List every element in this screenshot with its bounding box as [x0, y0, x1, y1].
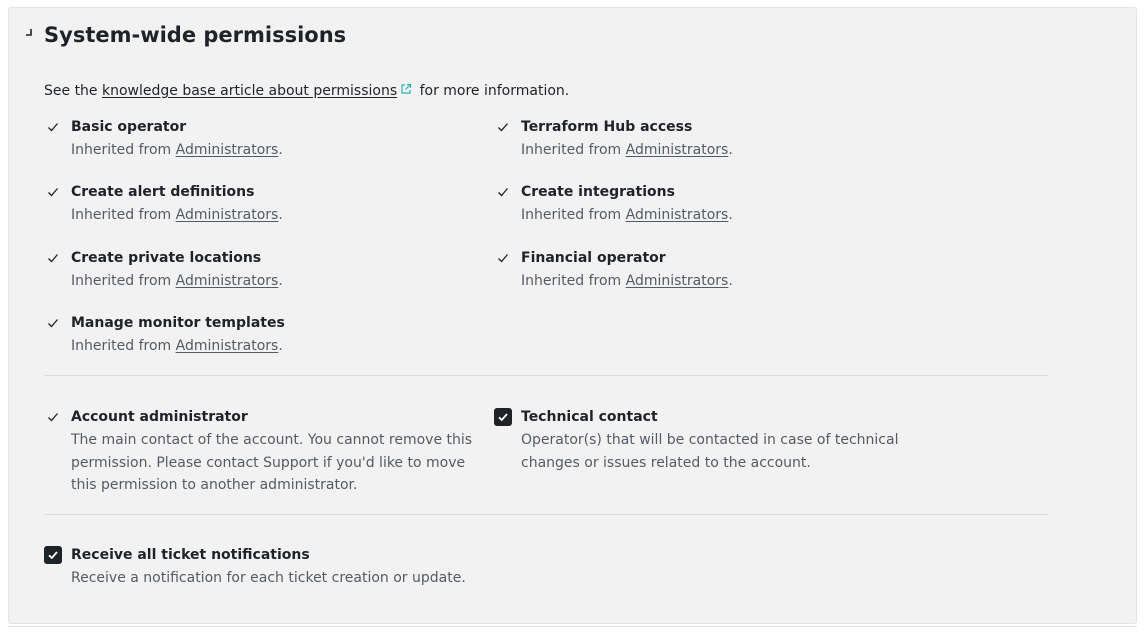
permission-inherited: Inherited from Administrators.	[71, 273, 283, 289]
permission-inherited: Inherited from Administrators.	[521, 207, 733, 223]
permission-title: Manage monitor templates	[71, 315, 285, 331]
ticket-notifications-checkbox[interactable]	[44, 546, 62, 564]
permission-title: Financial operator	[521, 250, 666, 266]
permission-inherited: Inherited from Administrators.	[71, 142, 283, 158]
role-description: Operator(s) that will be contacted in ca…	[521, 432, 899, 471]
check-icon	[48, 254, 58, 263]
intro-text: See the knowledge base article about per…	[44, 81, 569, 101]
administrators-link[interactable]: Administrators	[176, 142, 279, 158]
checkbox-checked-icon	[48, 551, 58, 560]
intro-prefix: See the	[44, 83, 102, 99]
permission-title: Terraform Hub access	[521, 119, 693, 135]
permission-inherited: Inherited from Administrators.	[521, 142, 733, 158]
check-icon	[48, 413, 58, 422]
role-description: The main contact of the account. You can…	[71, 432, 473, 493]
administrators-link[interactable]: Administrators	[176, 207, 279, 223]
permission-title: Create private locations	[71, 250, 262, 266]
permission-title: Basic operator	[71, 119, 187, 135]
permission-inherited: Inherited from Administrators.	[71, 207, 283, 223]
administrators-link[interactable]: Administrators	[176, 273, 279, 289]
section-divider	[44, 375, 1048, 376]
administrators-link[interactable]: Administrators	[176, 338, 279, 354]
checkbox-checked-icon	[498, 413, 508, 422]
permission-inherited: Inherited from Administrators.	[71, 338, 283, 354]
administrators-link[interactable]: Administrators	[626, 273, 729, 289]
permission-inherited: Inherited from Administrators.	[521, 273, 733, 289]
permission-title: Create integrations	[521, 184, 675, 200]
notifications-title: Receive all ticket notifications	[71, 547, 310, 563]
knowledge-base-link[interactable]: knowledge base article about permissions	[102, 83, 397, 99]
section-bottom-divider	[8, 626, 1137, 627]
external-link-icon	[401, 83, 412, 94]
check-icon	[498, 188, 508, 197]
administrators-link[interactable]: Administrators	[626, 207, 729, 223]
role-title: Technical contact	[521, 409, 658, 425]
page-title: System-wide permissions	[44, 23, 347, 47]
check-icon	[48, 188, 58, 197]
check-icon	[498, 254, 508, 263]
collapse-toggle-icon[interactable]	[22, 26, 36, 40]
role-title: Account administrator	[71, 409, 248, 425]
notifications-description: Receive a notification for each ticket c…	[71, 570, 466, 586]
administrators-link[interactable]: Administrators	[626, 142, 729, 158]
check-icon	[498, 123, 508, 132]
intro-suffix: for more information.	[415, 83, 570, 99]
check-icon	[48, 123, 58, 132]
check-icon	[48, 319, 58, 328]
permission-title: Create alert definitions	[71, 184, 255, 200]
technical-contact-checkbox[interactable]	[494, 408, 512, 426]
section-divider	[44, 514, 1048, 515]
